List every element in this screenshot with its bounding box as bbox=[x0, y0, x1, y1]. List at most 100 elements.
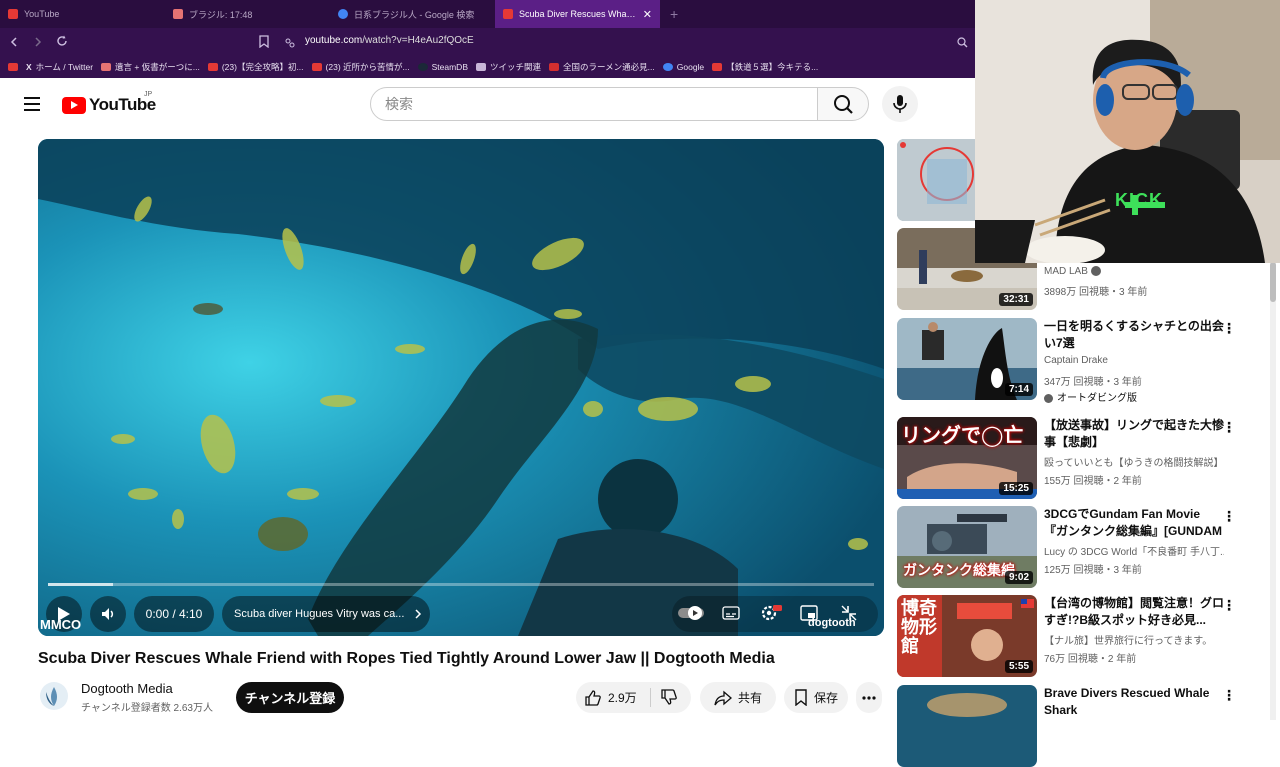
channel-name: Captain Drake bbox=[1044, 355, 1108, 366]
bookmark-label: 全国のラーメン通必見... bbox=[563, 62, 655, 72]
view-count: 3898万 回視聴・3 年前 bbox=[1044, 287, 1148, 298]
back-icon[interactable] bbox=[4, 35, 24, 50]
youtube-icon bbox=[207, 63, 218, 71]
video-duration: 9:02 bbox=[1004, 571, 1033, 584]
voice-search-button[interactable] bbox=[882, 86, 918, 122]
settings-gear-icon[interactable] bbox=[760, 603, 782, 627]
reload-icon[interactable] bbox=[52, 35, 72, 50]
steam-icon bbox=[417, 63, 428, 71]
microphone-icon bbox=[893, 95, 907, 113]
subscriber-count: チャンネル登録者数 2.63万人 bbox=[81, 703, 213, 714]
browser-tab-active[interactable]: Scuba Diver Rescues Whale Frie ✕ bbox=[495, 0, 660, 28]
folder-icon bbox=[475, 63, 486, 71]
browser-tab[interactable]: 日系ブラジル人 - Google 検索 bbox=[330, 0, 495, 28]
bookmark-label: SteamDB bbox=[431, 62, 468, 72]
view-count: 155万 回視聴・2 年前 bbox=[1044, 476, 1142, 487]
bookmark-favicon-icon bbox=[549, 63, 559, 71]
region-code: JP bbox=[144, 91, 153, 98]
bookmark-item[interactable]: 【鉄道５選】今キテる... bbox=[712, 61, 818, 73]
video-thumbnail[interactable]: 7:14 bbox=[897, 318, 1037, 400]
more-horizontal-icon bbox=[862, 695, 876, 700]
video-thumbnail[interactable]: リングで◯亡 15:25 bbox=[897, 417, 1037, 499]
menu-icon[interactable] bbox=[24, 97, 40, 111]
bookmark-label: (23) 近所から苦情が... bbox=[325, 62, 410, 72]
bookmark-item[interactable]: X ホーム / Twitter bbox=[26, 61, 93, 73]
google-favicon-icon bbox=[338, 9, 348, 19]
autoplay-toggle[interactable] bbox=[678, 606, 704, 624]
bookmark-page-icon[interactable] bbox=[259, 35, 269, 51]
youtube-favicon-icon bbox=[503, 9, 513, 19]
bookmark-item[interactable]: (23) 近所から苦情が... bbox=[311, 61, 410, 73]
bookmark-label: 遺言 + 仮書がーつに... bbox=[115, 62, 200, 72]
search-icon bbox=[834, 95, 853, 114]
bookmark-item[interactable] bbox=[8, 63, 18, 71]
channel-name: 【ナル旅】世界旅行に行ってきます。 bbox=[1044, 636, 1213, 647]
video-watermark-right: dogtooth bbox=[808, 617, 856, 629]
bookmark-item[interactable]: ツイッチ関連 bbox=[475, 61, 541, 73]
bookmark-item[interactable]: 全国のラーメン通必見... bbox=[549, 61, 655, 73]
forward-icon[interactable] bbox=[28, 35, 48, 50]
browser-tab-bar: YouTube ブラジル: 17:48 日系ブラジル人 - Google 検索 … bbox=[0, 0, 975, 28]
volume-button[interactable] bbox=[90, 596, 126, 632]
view-count: 347万 回視聴・3 年前 bbox=[1044, 377, 1142, 388]
zoom-icon[interactable] bbox=[957, 36, 968, 51]
more-vertical-icon[interactable]: ⋮ bbox=[1222, 508, 1236, 525]
streamer-webcam-image bbox=[975, 0, 1280, 263]
bookmark-icon bbox=[795, 689, 807, 706]
youtube-icon bbox=[311, 63, 322, 71]
webcam-overlay: KICK bbox=[975, 0, 1280, 263]
save-button[interactable]: 保存 bbox=[784, 682, 848, 713]
logo-text: YouTube bbox=[89, 95, 156, 114]
video-title: 【台湾の博物館】閲覧注意！グロすぎ!?B級スポット好き必見... bbox=[1044, 596, 1224, 627]
volume-icon bbox=[102, 608, 114, 620]
video-thumbnail[interactable] bbox=[897, 685, 1037, 767]
youtube-icon bbox=[712, 63, 723, 71]
bookmark-label: (23)【完全攻略】初... bbox=[221, 62, 304, 72]
url-field[interactable]: youtube.com/watch?v=H4eAu2fQOcE bbox=[305, 35, 474, 46]
page-favicon-icon bbox=[173, 9, 183, 19]
site-info-icon[interactable] bbox=[285, 36, 295, 51]
captions-icon[interactable] bbox=[722, 605, 740, 625]
buffered-bar bbox=[48, 583, 113, 586]
search-input[interactable]: 検索 bbox=[370, 87, 818, 121]
more-vertical-icon[interactable]: ⋮ bbox=[1222, 320, 1236, 337]
browser-tab[interactable]: ブラジル: 17:48 bbox=[165, 0, 330, 28]
more-vertical-icon[interactable]: ⋮ bbox=[1222, 687, 1236, 704]
share-icon bbox=[714, 690, 732, 705]
video-thumbnail[interactable]: ガンタンク総集編 9:02 bbox=[897, 506, 1037, 588]
seek-bar[interactable] bbox=[48, 583, 874, 586]
dislike-button[interactable] bbox=[660, 688, 678, 709]
subscribe-button[interactable]: チャンネル登録 bbox=[236, 682, 344, 713]
thumbs-down-icon bbox=[661, 689, 677, 705]
bookmark-label: ツイッチ関連 bbox=[489, 62, 541, 72]
chapter-button[interactable]: Scuba diver Hugues Vitry was ca... bbox=[222, 596, 430, 632]
page-scrollbar[interactable] bbox=[1270, 262, 1276, 720]
url-path: /watch?v=H4eAu2fQOcE bbox=[362, 35, 474, 46]
auto-dub-badge: オートダビング版 bbox=[1044, 389, 1224, 404]
browser-tab[interactable]: YouTube bbox=[0, 0, 165, 28]
video-duration: 7:14 bbox=[1004, 383, 1033, 396]
search-button[interactable] bbox=[817, 87, 869, 121]
bookmark-item[interactable]: 遺言 + 仮書がーつに... bbox=[101, 61, 200, 73]
video-watermark-left: MMCO bbox=[40, 617, 82, 632]
taiwan-flag-icon bbox=[1021, 599, 1034, 608]
more-vertical-icon[interactable]: ⋮ bbox=[1222, 419, 1236, 436]
video-duration: 15:25 bbox=[999, 482, 1033, 495]
youtube-logo[interactable]: YouTube JP bbox=[62, 91, 156, 115]
view-count: 125万 回視聴・3 年前 bbox=[1044, 565, 1142, 576]
like-button[interactable]: 2.9万 bbox=[584, 682, 646, 713]
bookmark-item[interactable]: Google bbox=[662, 62, 704, 72]
like-count: 2.9万 bbox=[608, 691, 637, 705]
close-tab-icon[interactable]: ✕ bbox=[643, 8, 652, 21]
more-actions-button[interactable] bbox=[856, 682, 882, 713]
bookmark-item[interactable]: (23)【完全攻略】初... bbox=[207, 61, 304, 73]
new-tab-icon[interactable]: + bbox=[660, 6, 678, 22]
verified-icon bbox=[1090, 266, 1101, 277]
video-player[interactable]: 0:00 / 4:10 Scuba diver Hugues Vitry was… bbox=[38, 139, 884, 636]
channel-name[interactable]: Dogtooth Media bbox=[81, 681, 173, 696]
video-thumbnail[interactable]: 博奇物形館 5:55 bbox=[897, 595, 1037, 677]
more-vertical-icon[interactable]: ⋮ bbox=[1222, 597, 1236, 614]
bookmark-item[interactable]: SteamDB bbox=[417, 62, 468, 72]
channel-avatar[interactable] bbox=[40, 682, 68, 710]
share-button[interactable]: 共有 bbox=[700, 682, 776, 713]
